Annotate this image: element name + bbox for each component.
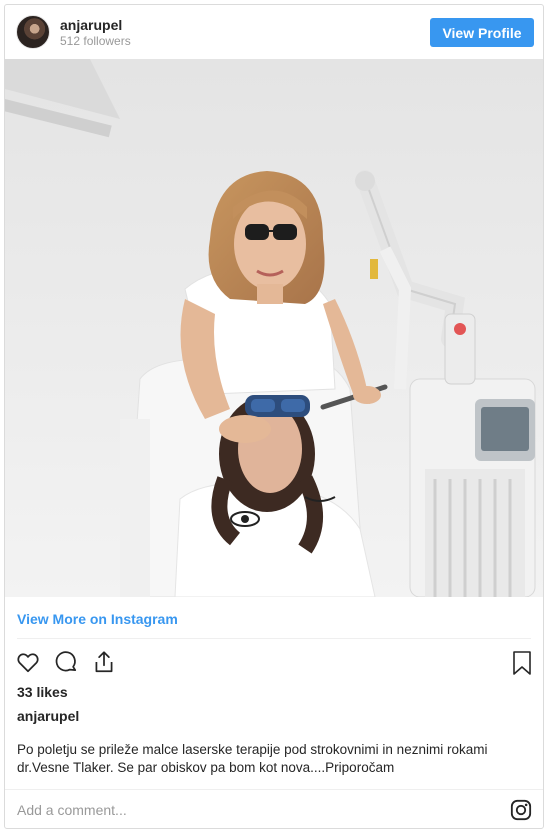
view-more-link[interactable]: View More on Instagram	[17, 611, 178, 627]
comment-icon[interactable]	[53, 649, 79, 675]
post-header: anjarupel 512 followers View Profile	[5, 5, 543, 60]
caption-username[interactable]: anjarupel	[17, 708, 79, 724]
share-icon[interactable]	[91, 649, 117, 675]
instagram-icon[interactable]	[510, 799, 532, 821]
post-caption: Po poletju se prileže malce laserske ter…	[17, 742, 488, 775]
view-profile-button[interactable]: View Profile	[430, 18, 534, 47]
bookmark-icon[interactable]	[510, 650, 534, 676]
comment-bar: Add a comment...	[5, 789, 543, 828]
divider	[17, 638, 531, 639]
follower-count: 512 followers	[60, 34, 131, 48]
header-username[interactable]: anjarupel	[60, 17, 122, 33]
heart-icon[interactable]	[15, 649, 41, 675]
comment-input[interactable]: Add a comment...	[17, 802, 127, 818]
avatar[interactable]	[16, 15, 50, 49]
like-count[interactable]: 33 likes	[17, 684, 68, 700]
post-photo-illustration	[5, 59, 543, 597]
instagram-embed-card: anjarupel 512 followers View Profile Vie…	[4, 4, 544, 829]
post-photo[interactable]	[5, 59, 543, 597]
